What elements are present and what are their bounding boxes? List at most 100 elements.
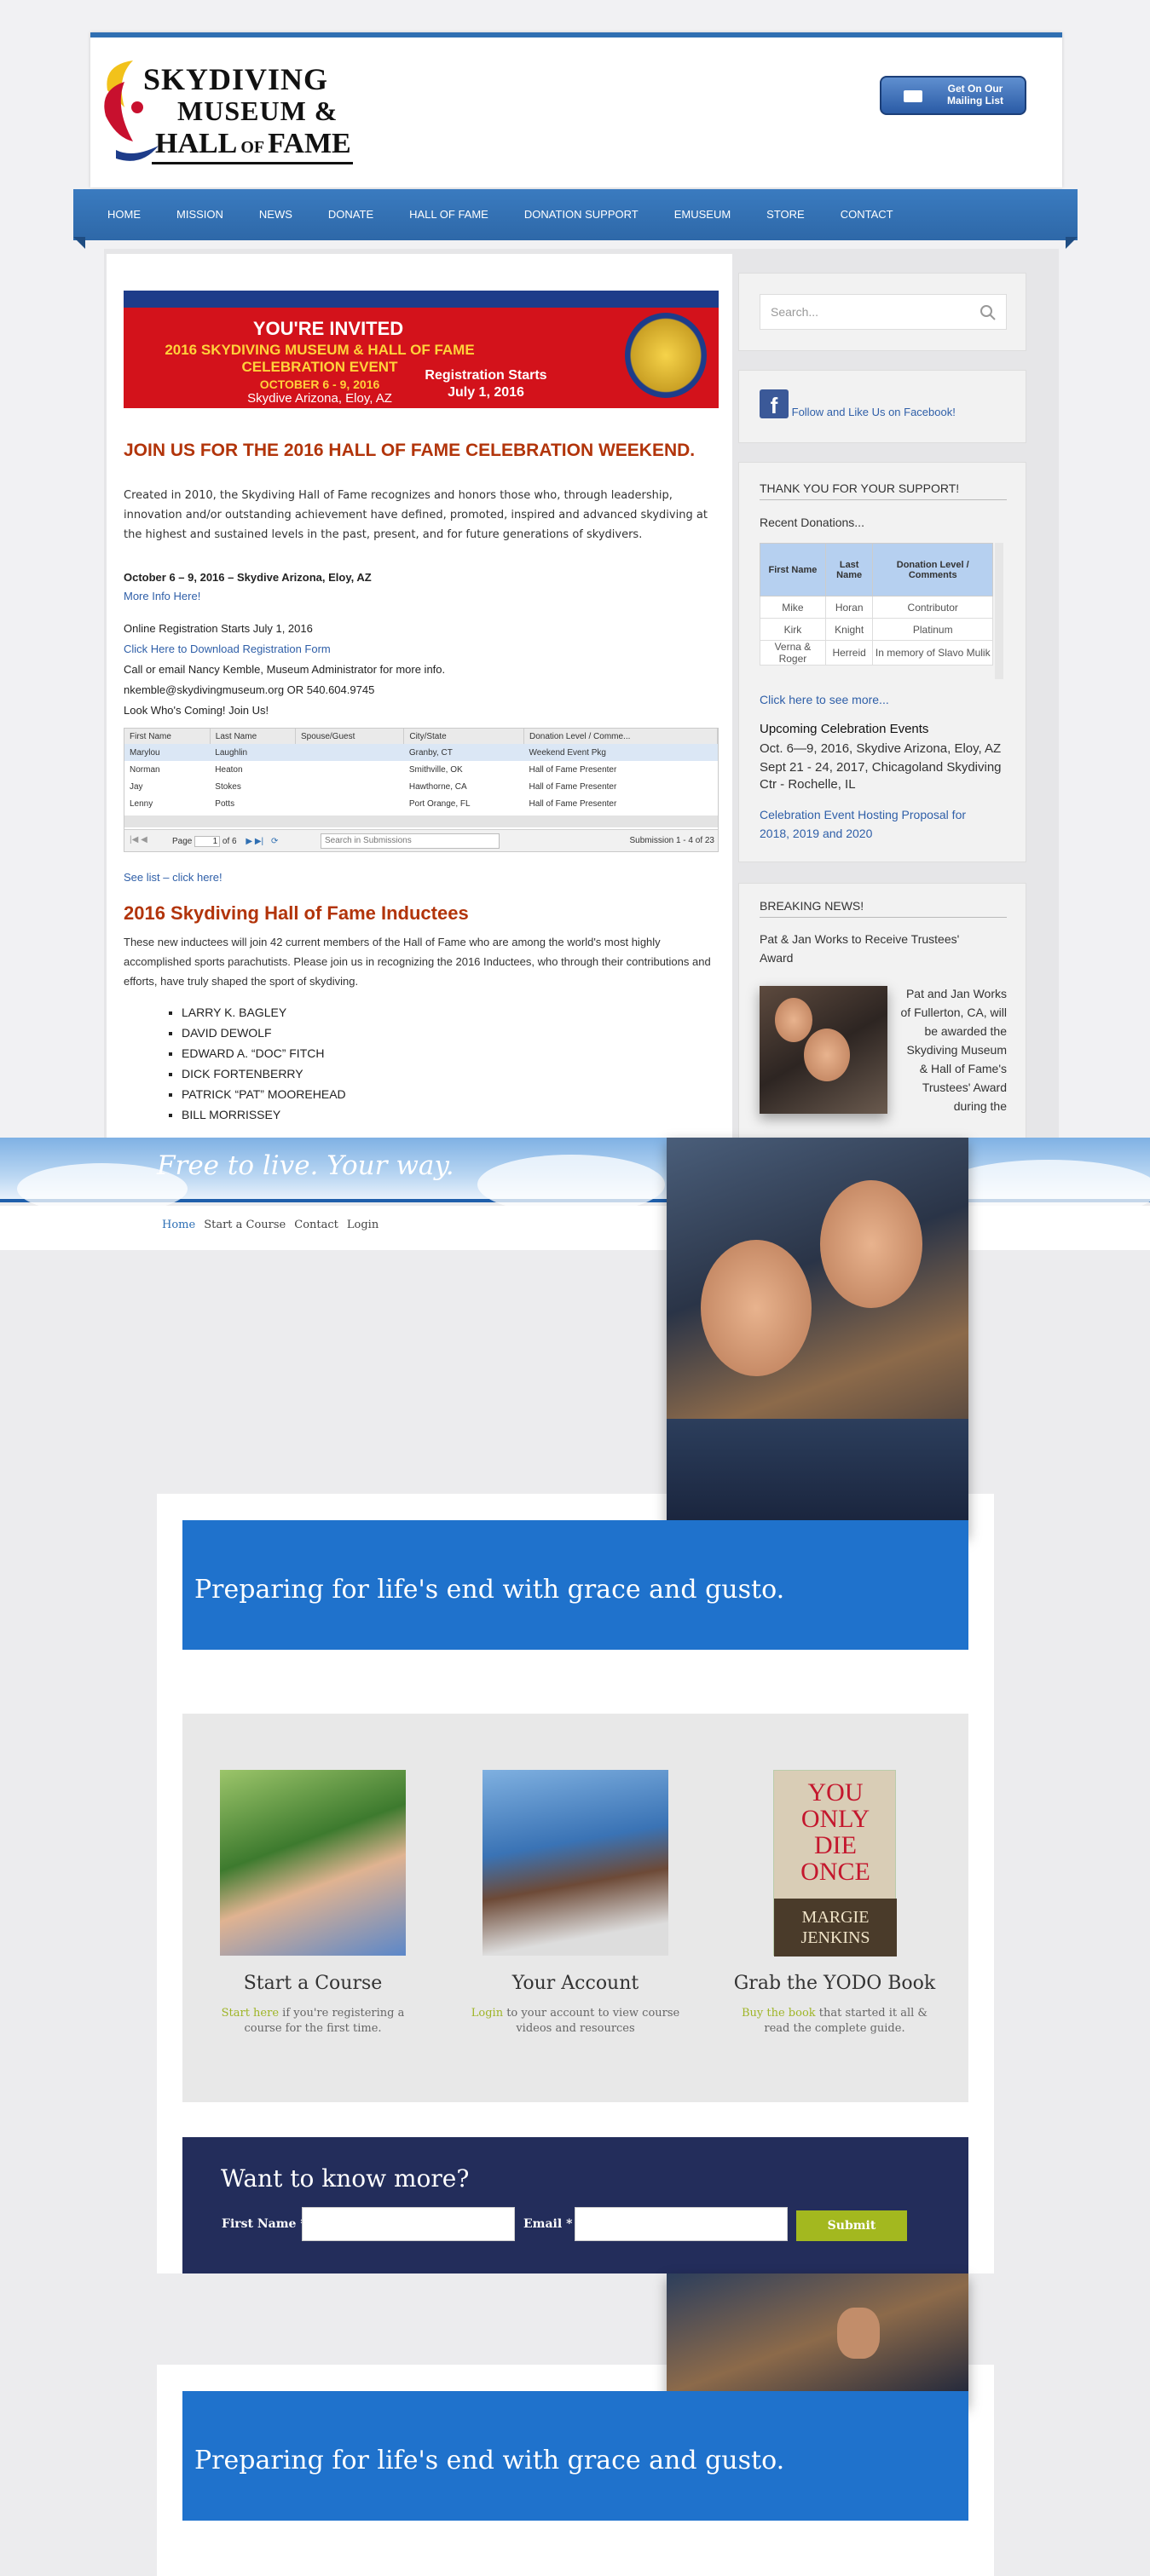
contact-email[interactable]: nkemble@skydivingmuseum.org OR 540.604.9… <box>124 682 374 699</box>
table-row[interactable]: Jay Stokes Hawthorne, CA Hall of Fame Prese… <box>124 778 718 795</box>
upcoming-1: Oct. 6—9, 2016, Skydive Arizona, Eloy, A… <box>760 741 1002 756</box>
table-cell: Weekend Event Pkg <box>523 744 718 761</box>
table-cell: Lenny <box>130 798 153 809</box>
inductees-heading: 2016 Skydiving Hall of Fame Inductees <box>124 902 469 924</box>
upcoming-2: Sept 21 - 24, 2017, Chicagoland Skydivin… <box>760 760 1002 792</box>
table-cell: Hall of Fame Presenter <box>529 764 617 775</box>
content-column: YOU'RE INVITED 2016 SKYDIVING MUSEUM & H… <box>107 254 732 1138</box>
news-photo <box>760 986 887 1114</box>
tile-desc-text: to your account to view course videos an… <box>503 2007 680 2035</box>
nav-item[interactable]: DONATE <box>328 189 373 240</box>
grid-body: Marylou Laughlin Granby, CT Weekend Event P… <box>124 744 718 812</box>
attendee-grid: First Name Last Name Spouse/Guest City/Stat… <box>124 728 719 852</box>
grid-column-header[interactable]: Last Name <box>210 729 296 744</box>
table-cell: Stokes <box>215 781 241 792</box>
see-list-link[interactable]: See list – click here! <box>124 869 222 886</box>
login-link[interactable]: Login <box>471 2007 503 2020</box>
buy-book-link[interactable]: Buy the book <box>742 2007 816 2020</box>
list-item: DICK FORTENBERRY <box>182 1063 346 1084</box>
logo-line-2: MUSEUM & <box>177 95 338 126</box>
book-author-1: MARGIE <box>801 1908 870 1927</box>
next-page-icon[interactable]: ▶ ▶| <box>246 837 263 846</box>
facebook-link[interactable]: f Follow and Like Us on Facebook! <box>760 389 1007 418</box>
tile-desc: Buy the book that started it all & read … <box>728 2006 941 2037</box>
list-item: PATRICK “PAT” MOOREHEAD <box>182 1084 346 1104</box>
first-page-icon[interactable]: |◀ ◀ <box>130 835 147 844</box>
submit-button[interactable]: Submit <box>796 2210 907 2241</box>
grid-column-header[interactable]: Spouse/Guest <box>295 729 405 744</box>
see-more-link[interactable]: Click here to see more... <box>760 693 889 706</box>
nav-item[interactable]: HOME <box>107 189 141 240</box>
news-inner: BREAKING NEWS! Pat & Jan Works to Receiv… <box>760 899 1007 1138</box>
table-row[interactable]: Norman Heaton Smithville, OK Hall of Fame P… <box>124 761 718 778</box>
facebook-label: Follow and Like Us on Facebook! <box>791 406 956 418</box>
facebook-icon: f <box>760 389 789 418</box>
nav-item[interactable]: DONATION SUPPORT <box>524 189 639 240</box>
table-row: Mike Horan Contributor <box>760 596 993 619</box>
nav-item[interactable]: NEWS <box>259 189 292 240</box>
grid-search-input[interactable]: Search in Submissions <box>321 833 500 849</box>
mailing-list-button[interactable]: Get On Our Mailing List <box>880 76 1026 115</box>
nav-link[interactable]: Contact <box>294 1219 338 1231</box>
refresh-icon[interactable]: ⟳ <box>271 837 278 846</box>
table-cell: Potts <box>215 798 235 809</box>
tile-title: Grab the YODO Book <box>733 1973 936 1994</box>
tile-book[interactable]: YOU ONLY DIE ONCE MARGIE JENKINS Grab th… <box>728 1770 941 2037</box>
nav-link[interactable]: Start a Course <box>204 1219 286 1231</box>
donations-column-header[interactable]: Donation Level / Comments <box>872 543 993 596</box>
table-row[interactable]: Lenny Potts Port Orange, FL Hall of Fame Pr… <box>124 795 718 812</box>
download-form-link[interactable]: Click Here to Download Registration Form <box>124 641 331 658</box>
sidebar-search-input[interactable]: Search... <box>760 294 1007 330</box>
hero-banner-text: Preparing for life's end with grace and … <box>194 1575 785 1605</box>
page-of: of 6 <box>222 837 237 846</box>
grid-column-header[interactable]: City/State <box>403 729 524 744</box>
tile-course[interactable]: Start a Course Start here if you're regi… <box>206 1770 419 2037</box>
thanks-title: THANK YOU FOR YOUR SUPPORT! <box>760 481 1007 500</box>
inductee-list: LARRY K. BAGLEYDAVID DEWOLFEDWARD A. “DO… <box>182 1002 346 1125</box>
grid-column-header[interactable]: First Name <box>124 729 211 744</box>
nav-item[interactable]: CONTACT <box>841 189 893 240</box>
search-icon[interactable] <box>980 304 997 321</box>
envelope-icon <box>904 90 922 102</box>
hosting-proposal-link[interactable]: Celebration Event Hosting Proposal for 2… <box>760 805 981 843</box>
list-item: DAVID DEWOLF <box>182 1023 346 1043</box>
donations-column-header[interactable]: Last Name <box>824 543 874 596</box>
list-item: LARRY K. BAGLEY <box>182 1002 346 1023</box>
tile-account[interactable]: Your Account Login to your account to vi… <box>469 1770 682 2037</box>
book-title-4: ONCE <box>800 1858 870 1886</box>
nav-link[interactable]: Home <box>162 1219 195 1231</box>
news-headline[interactable]: Pat & Jan Works to Receive Trustees' Awa… <box>760 930 990 967</box>
more-info-link[interactable]: More Info Here! <box>124 588 200 605</box>
nav-item[interactable]: STORE <box>766 189 805 240</box>
book-title-2: ONLY <box>800 1805 870 1833</box>
page-label: Page <box>172 837 193 846</box>
book-author-2: JENKINS <box>800 1928 870 1947</box>
table-cell <box>295 795 403 812</box>
table-cell: Norman <box>130 764 160 775</box>
start-here-link[interactable]: Start here <box>222 2007 279 2020</box>
nav-link[interactable]: Login <box>347 1219 379 1231</box>
family-photo <box>220 1770 406 1956</box>
first-name-input[interactable] <box>302 2207 515 2241</box>
book-title-3: DIE <box>814 1831 857 1859</box>
first-name-label: First Name * <box>222 2217 307 2231</box>
page-heading: JOIN US FOR THE 2016 HALL OF FAME CELEBR… <box>124 441 696 460</box>
donations-column-header[interactable]: First Name <box>760 543 826 596</box>
logo-hall: HALL <box>155 128 238 159</box>
event-banner[interactable]: YOU'RE INVITED 2016 SKYDIVING MUSEUM & H… <box>124 291 719 408</box>
page-input[interactable]: 1 <box>194 836 221 847</box>
table-row[interactable]: Marylou Laughlin Granby, CT Weekend Event P… <box>124 744 718 761</box>
table-cell: Knight <box>824 618 874 641</box>
donations-scrollbar[interactable] <box>995 543 1003 679</box>
email-input[interactable] <box>575 2207 788 2241</box>
nav-item[interactable]: HALL OF FAME <box>409 189 488 240</box>
nav-item[interactable]: MISSION <box>176 189 223 240</box>
list-item: BILL MORRISSEY <box>182 1104 346 1125</box>
nav-item[interactable]: EMUSEUM <box>674 189 731 240</box>
table-cell <box>295 744 404 761</box>
grid-scrollbar[interactable] <box>124 815 718 827</box>
grid-column-header[interactable]: Donation Level / Comme... <box>523 729 718 744</box>
hand-shape <box>837 2308 880 2359</box>
site-logo[interactable]: SKYDIVING MUSEUM & HALL OF FAME <box>99 49 355 177</box>
hero-shirts <box>667 1419 968 1535</box>
